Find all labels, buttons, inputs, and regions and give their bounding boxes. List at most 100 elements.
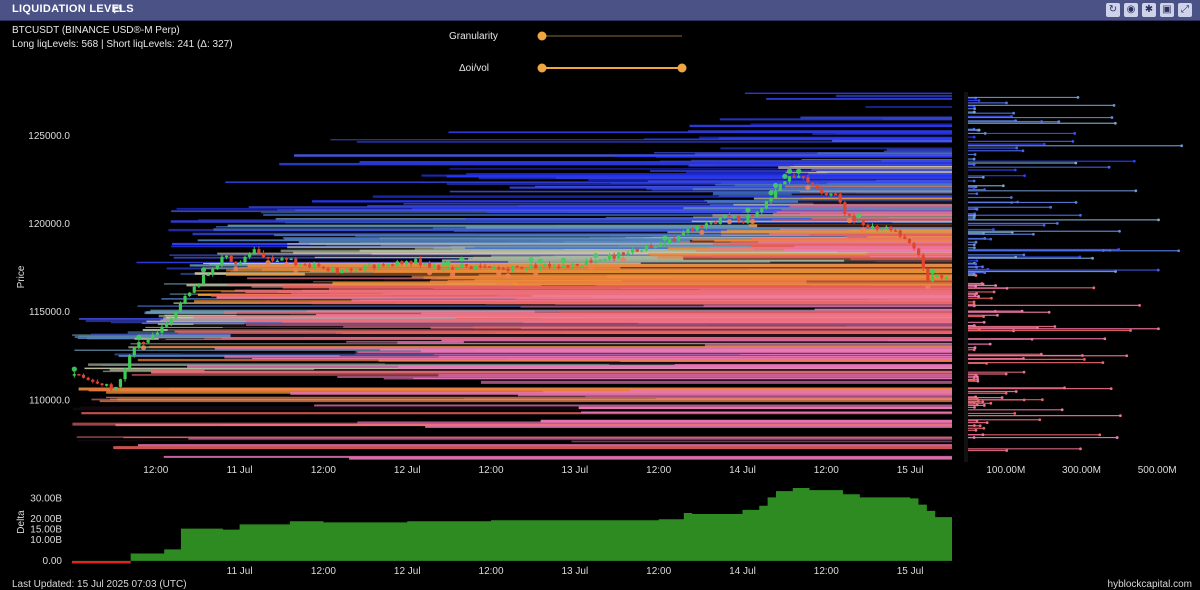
histogram-bar-end xyxy=(976,377,980,381)
price-candle xyxy=(764,201,768,209)
price-candle xyxy=(451,267,455,270)
histogram-bar-end xyxy=(1012,111,1016,115)
histogram-bar-end xyxy=(974,373,978,377)
histogram-tick-label: 300.00M xyxy=(1062,465,1101,476)
price-candle xyxy=(589,260,593,263)
histogram-bar-end xyxy=(1001,184,1005,188)
price-candle xyxy=(358,268,362,271)
histogram-bar-end xyxy=(1055,222,1059,225)
histogram-bar-end xyxy=(1022,370,1026,374)
histogram-bar-end xyxy=(975,265,978,269)
price-candle xyxy=(875,226,879,230)
histogram-bar-end xyxy=(974,185,978,189)
refresh-icon[interactable]: ↻ xyxy=(1106,3,1120,17)
price-candle xyxy=(635,249,639,252)
histogram-bar-end xyxy=(973,405,976,409)
histogram-bar-end xyxy=(1118,414,1122,418)
histogram-bar-end xyxy=(1016,200,1020,204)
granularity-label: Granularity xyxy=(449,31,498,42)
trade-marker xyxy=(588,264,594,271)
histogram-bar-end xyxy=(973,261,976,265)
histogram-bar-end xyxy=(972,179,976,183)
price-candle xyxy=(340,269,344,274)
histogram-bar-end xyxy=(996,313,999,317)
histogram-bar-end xyxy=(972,302,976,306)
gear-icon[interactable]: ✱ xyxy=(1142,3,1156,17)
histogram-bar-end xyxy=(972,163,976,166)
price-candle xyxy=(944,277,948,279)
histogram-bar-end xyxy=(1022,253,1026,257)
price-candle xyxy=(612,254,616,259)
price-candle xyxy=(820,188,824,194)
histogram-bar-end xyxy=(973,153,977,156)
trade-marker xyxy=(293,267,299,273)
save-icon[interactable]: ▣ xyxy=(1160,3,1174,17)
price-candle xyxy=(105,384,109,386)
time-tick-label: 15 Jul xyxy=(897,465,924,476)
price-candle xyxy=(137,342,141,348)
histogram-bar-end xyxy=(1013,412,1017,415)
delta-time-tick-label: 15 Jul xyxy=(897,566,924,577)
price-candle xyxy=(238,262,243,264)
trade-marker xyxy=(773,182,779,189)
controls-sliders[interactable] xyxy=(537,31,687,73)
price-candle xyxy=(663,243,667,245)
price-candle xyxy=(441,268,446,271)
oivol-label: Δoi/vol xyxy=(459,63,490,74)
histogram-bar-end xyxy=(972,243,976,247)
expand-icon[interactable]: ⤢ xyxy=(1178,3,1192,17)
price-candle xyxy=(658,244,662,247)
price-candle xyxy=(626,252,630,255)
histogram-bar-end xyxy=(974,96,978,100)
price-candle xyxy=(714,222,718,224)
price-candle xyxy=(437,265,441,271)
histogram-bar-end xyxy=(973,424,976,427)
histogram-bar-end xyxy=(1078,213,1082,217)
histogram-bar-end xyxy=(1014,119,1018,123)
price-candle xyxy=(580,265,584,267)
histogram-bar-end xyxy=(1112,104,1116,107)
price-candle xyxy=(229,255,233,262)
histogram-tick-label: 100.00M xyxy=(986,465,1025,476)
histogram-bar-end xyxy=(972,186,976,190)
histogram-bar-end xyxy=(1040,120,1044,123)
histogram-bar-end xyxy=(1129,329,1132,332)
price-candle xyxy=(275,260,279,263)
price-candle xyxy=(201,274,206,285)
camera-icon[interactable]: ◉ xyxy=(1124,3,1138,17)
histogram-bar-end xyxy=(973,214,976,217)
price-candle xyxy=(141,342,146,344)
price-candle xyxy=(903,236,907,239)
histogram-bar-end xyxy=(1049,205,1053,209)
price-candle xyxy=(792,176,796,178)
price-candle xyxy=(774,190,778,198)
price-candle xyxy=(654,246,658,249)
histogram-bar-end xyxy=(972,110,976,114)
trade-marker xyxy=(528,257,534,263)
histogram-bar-end xyxy=(982,320,986,324)
price-candle xyxy=(917,248,921,255)
price-candle xyxy=(331,267,335,271)
histogram-bar-end xyxy=(989,401,993,405)
trade-marker xyxy=(233,266,239,272)
price-candle xyxy=(266,257,270,259)
price-candle xyxy=(547,264,552,267)
histogram-bar-end xyxy=(976,375,979,379)
sliders-icon[interactable]: ⇄ xyxy=(112,2,122,16)
price-candle xyxy=(284,258,289,260)
source-credit[interactable]: hyblockcapital.com xyxy=(1108,579,1192,590)
histogram-bar-end xyxy=(1039,352,1043,356)
trade-marker xyxy=(136,334,142,340)
histogram-bar-end xyxy=(983,188,986,192)
price-candle xyxy=(261,252,266,258)
histogram-bar-end xyxy=(985,362,988,365)
trade-marker xyxy=(786,168,793,174)
price-candle xyxy=(686,229,690,233)
price-candle xyxy=(515,266,519,268)
granularity-handle xyxy=(537,31,547,41)
trade-marker xyxy=(533,270,539,276)
time-tick-label: 14 Jul xyxy=(729,465,756,476)
price-candle xyxy=(118,379,123,387)
delta-tick-label: 30.00B xyxy=(30,493,62,504)
price-candle xyxy=(621,252,625,255)
